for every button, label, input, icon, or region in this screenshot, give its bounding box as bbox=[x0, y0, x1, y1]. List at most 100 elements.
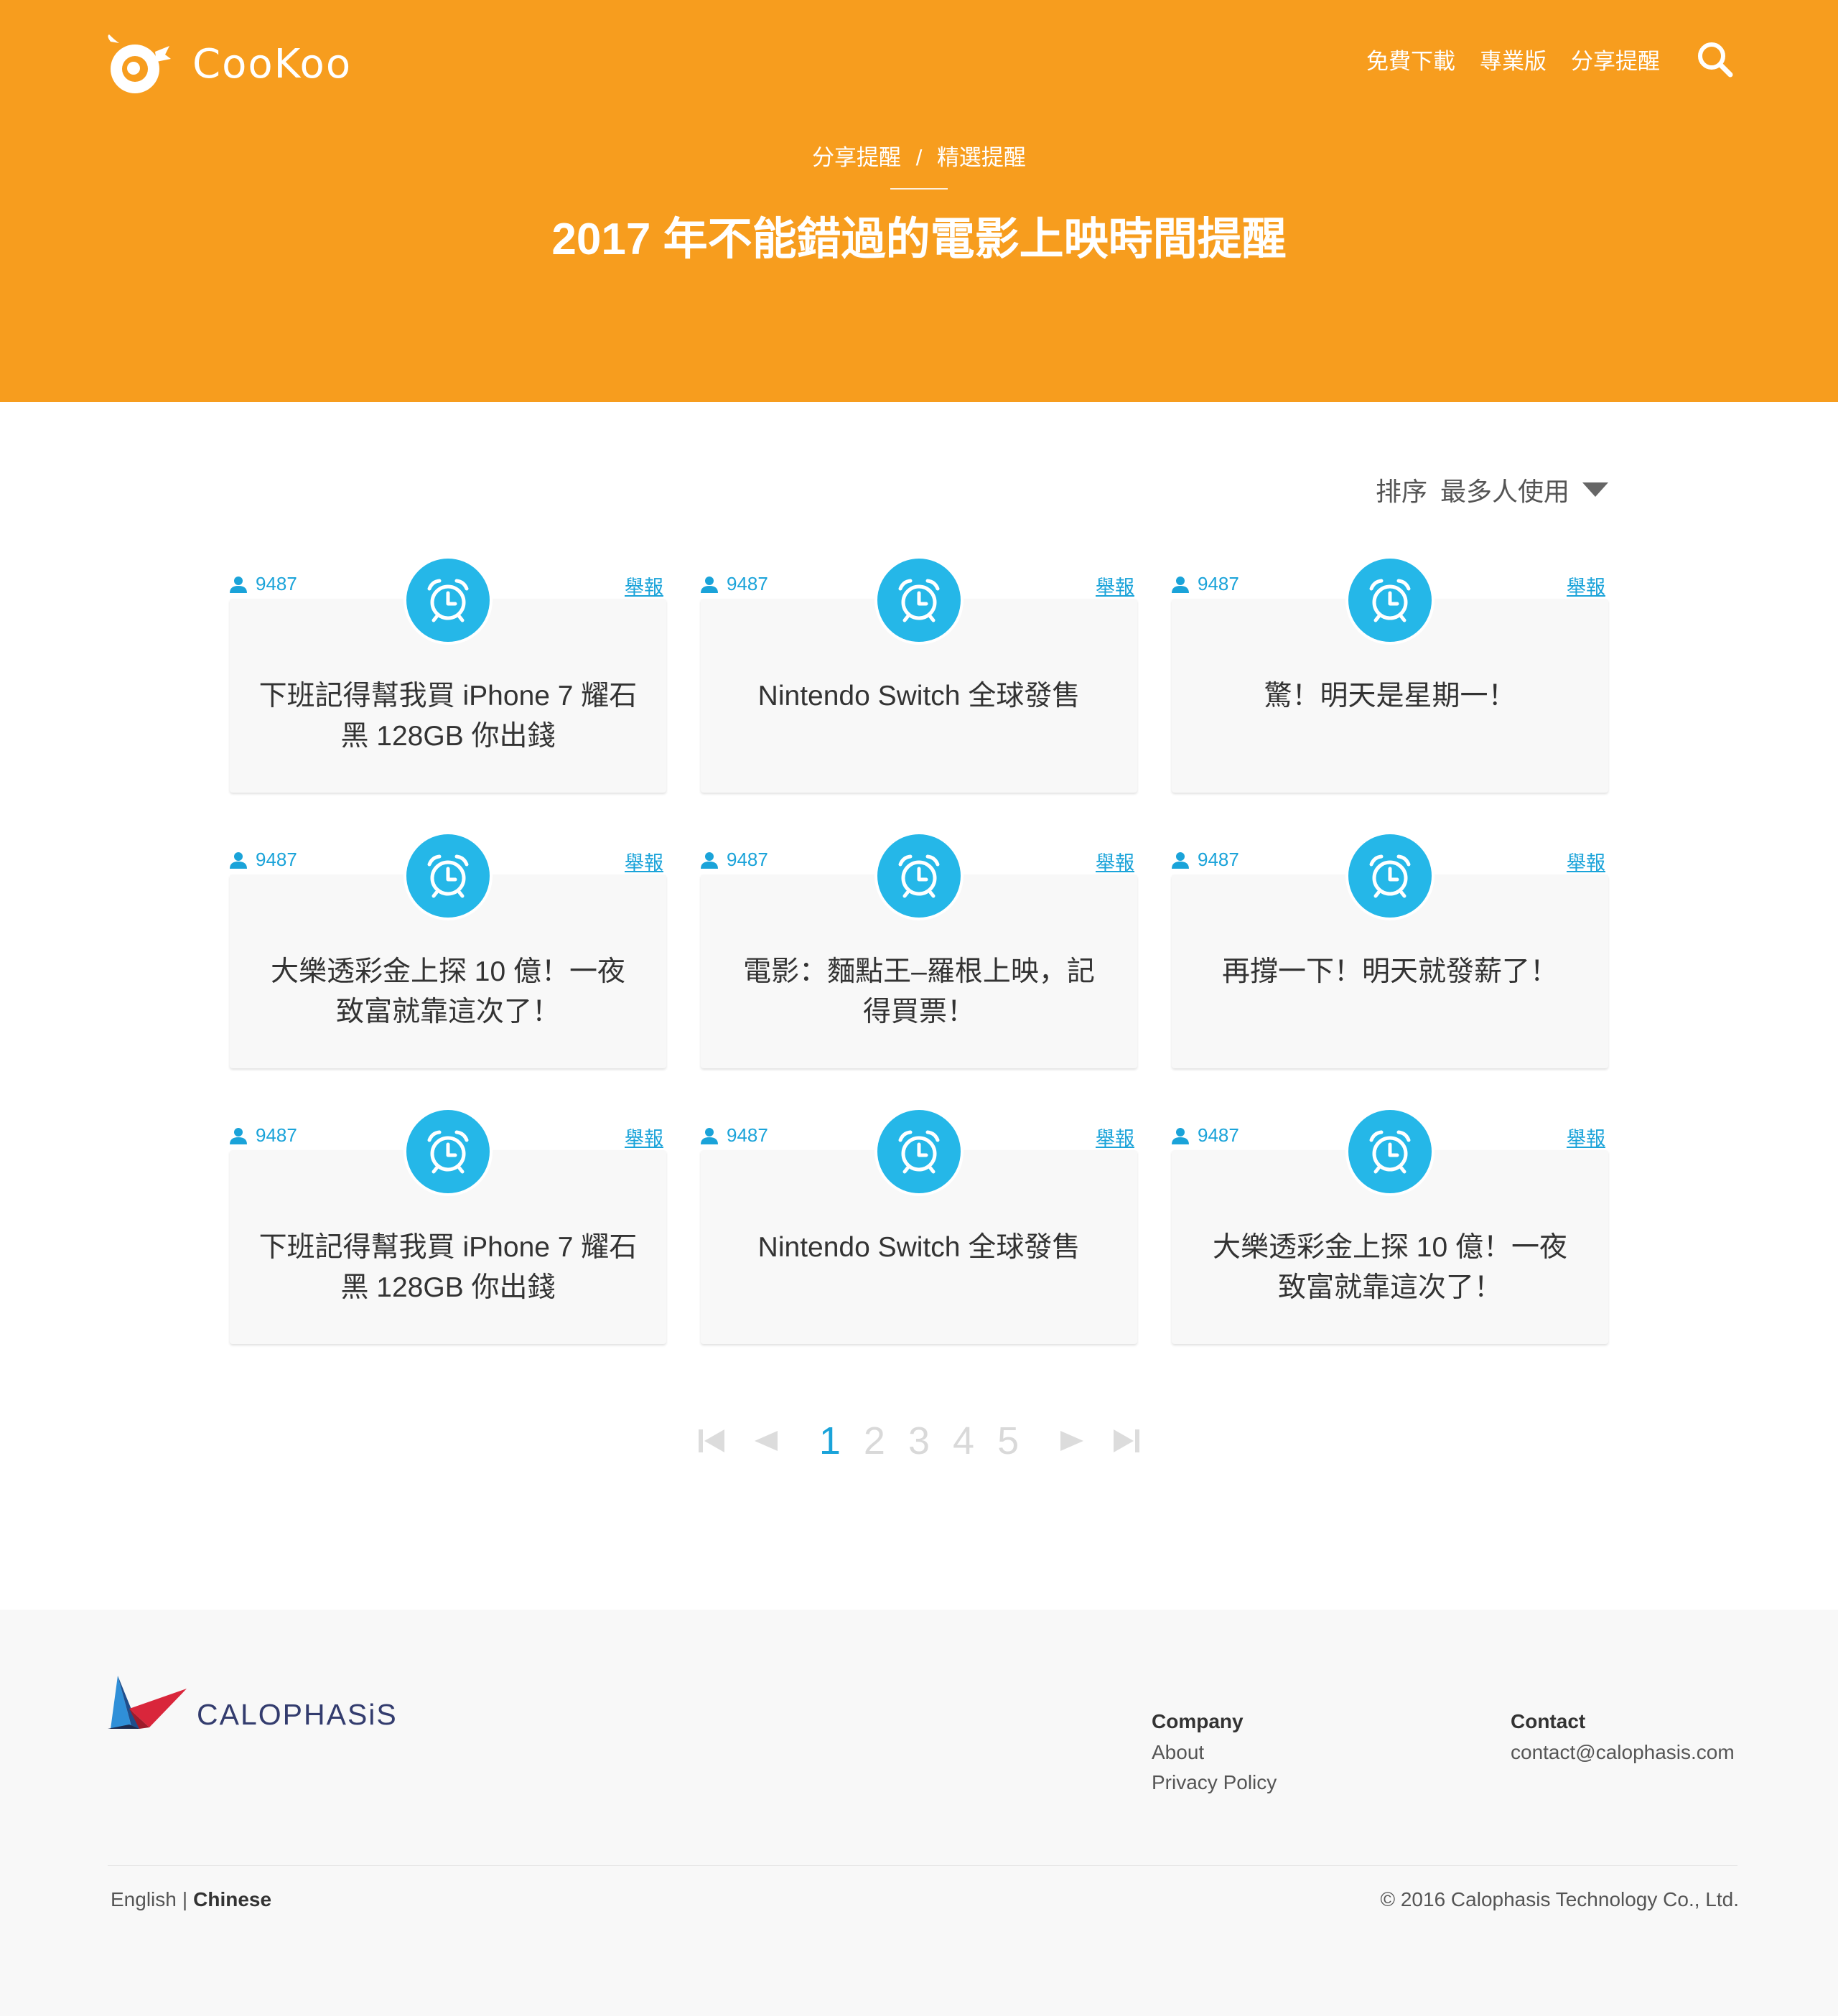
user-count: 9487 bbox=[1172, 849, 1239, 871]
user-count: 9487 bbox=[701, 1124, 768, 1147]
search-icon[interactable] bbox=[1696, 40, 1733, 78]
user-count: 9487 bbox=[701, 849, 768, 871]
alarm-clock-icon bbox=[898, 579, 940, 622]
user-count-value: 9487 bbox=[727, 849, 768, 870]
page-title: 2017 年不能錯過的電影上映時間提醒 bbox=[551, 215, 1287, 264]
user-count: 9487 bbox=[230, 849, 297, 871]
report-link[interactable]: 舉報 bbox=[1567, 571, 1605, 599]
alarm-clock-icon bbox=[1369, 1130, 1411, 1174]
user-count-value: 9487 bbox=[727, 1124, 768, 1146]
sort-value: 最多人使用 bbox=[1440, 477, 1569, 506]
calophasis-logo[interactable]: CALOPHASiS bbox=[108, 1676, 398, 1733]
footer-divider bbox=[108, 1865, 1737, 1866]
breadcrumb-separator: / bbox=[915, 145, 923, 170]
cookoo-bird-icon bbox=[108, 34, 171, 93]
sort-label: 排序 bbox=[1375, 477, 1427, 506]
report-link[interactable]: 舉報 bbox=[1096, 571, 1134, 599]
user-icon bbox=[230, 576, 247, 593]
reminder-title: 電影：麵點王–羅根上映，記得買票！ bbox=[743, 956, 1095, 1027]
user-icon bbox=[230, 851, 247, 869]
header-banner: CooKoo 免費下載 專業版 分享提醒 分享提醒 / 精選提醒 2017 年不… bbox=[0, 0, 1838, 402]
page-3[interactable]: 3 bbox=[908, 1419, 930, 1463]
user-count: 9487 bbox=[230, 1124, 297, 1147]
nav-free-download[interactable]: 免費下載 bbox=[1366, 43, 1455, 75]
reminder-card: 9487 舉報下班記得幫我買 iPhone 7 耀石黑 128GB 你出錢 bbox=[230, 556, 666, 793]
alarm-clock-badge bbox=[1345, 831, 1435, 920]
reminder-card: 9487 舉報 驚！明天是星期一！ bbox=[1172, 556, 1608, 793]
report-link[interactable]: 舉報 bbox=[1096, 1123, 1134, 1151]
page-2[interactable]: 2 bbox=[864, 1419, 885, 1463]
alarm-clock-badge bbox=[403, 831, 493, 920]
reminder-title: 大樂透彩金上探 10 億！一夜致富就靠這次了！ bbox=[270, 956, 626, 1027]
report-link[interactable]: 舉報 bbox=[625, 1123, 663, 1151]
report-link[interactable]: 舉報 bbox=[1567, 847, 1605, 875]
reminder-card: 9487 舉報 Nintendo Switch 全球發售 bbox=[701, 556, 1137, 793]
alarm-clock-badge bbox=[874, 1107, 964, 1196]
user-count-value: 9487 bbox=[256, 849, 297, 870]
alarm-clock-badge bbox=[874, 831, 964, 920]
breadcrumb-current[interactable]: 精選提醒 bbox=[937, 145, 1026, 170]
title-divider bbox=[890, 188, 948, 190]
pagination: 1 2 3 4 5 bbox=[0, 1419, 1838, 1463]
user-icon bbox=[701, 1127, 718, 1144]
footer: CALOPHASiS Company About Privacy Policy … bbox=[0, 1610, 1838, 2016]
nav-share-reminders[interactable]: 分享提醒 bbox=[1571, 43, 1660, 75]
reminder-card: 9487 舉報 Nintendo Switch 全球發售 bbox=[701, 1107, 1137, 1344]
prev-page-icon[interactable] bbox=[752, 1427, 780, 1455]
logo[interactable]: CooKoo bbox=[105, 33, 352, 95]
page-1[interactable]: 1 bbox=[819, 1419, 841, 1463]
report-link[interactable]: 舉報 bbox=[1096, 847, 1134, 875]
caret-down-icon bbox=[1582, 482, 1608, 497]
user-count: 9487 bbox=[1172, 1124, 1239, 1147]
user-icon bbox=[1172, 851, 1189, 869]
reminder-card: 9487 舉報電影：麵點王–羅根上映，記得買票！ bbox=[701, 831, 1137, 1068]
about-link[interactable]: About bbox=[1152, 1737, 1277, 1768]
reminder-title: 下班記得幫我買 iPhone 7 耀石黑 128GB 你出錢 bbox=[258, 1232, 638, 1303]
user-icon bbox=[701, 576, 718, 593]
logo-text: CooKoo bbox=[192, 40, 353, 88]
breadcrumb-parent[interactable]: 分享提醒 bbox=[812, 145, 901, 170]
footer-company: Company About Privacy Policy bbox=[1152, 1710, 1277, 1798]
report-link[interactable]: 舉報 bbox=[1567, 1123, 1605, 1151]
user-count: 9487 bbox=[1172, 573, 1239, 595]
user-icon bbox=[230, 1127, 247, 1144]
user-count: 9487 bbox=[230, 573, 297, 595]
alarm-clock-icon bbox=[1369, 854, 1411, 898]
alarm-clock-icon bbox=[898, 854, 940, 898]
top-nav: 免費下載 專業版 分享提醒 bbox=[1342, 40, 1733, 78]
user-count: 9487 bbox=[701, 573, 768, 595]
page-4[interactable]: 4 bbox=[953, 1419, 974, 1463]
language-separator: | bbox=[182, 1888, 188, 1910]
reminder-title: 再撐一下！明天就發薪了！ bbox=[1221, 956, 1558, 987]
reminder-title: 大樂透彩金上探 10 億！一夜致富就靠這次了！ bbox=[1212, 1232, 1568, 1303]
nav-pro-version[interactable]: 專業版 bbox=[1480, 43, 1547, 75]
alarm-clock-badge bbox=[1345, 1107, 1435, 1196]
user-count-value: 9487 bbox=[727, 573, 768, 594]
sort-dropdown[interactable]: 排序 最多人使用 bbox=[1376, 471, 1608, 508]
contact-email-link[interactable]: contact@calophasis.com bbox=[1511, 1737, 1735, 1768]
user-count-value: 9487 bbox=[256, 1124, 297, 1146]
reminder-card: 9487 舉報再撐一下！明天就發薪了！ bbox=[1172, 831, 1608, 1068]
user-count-value: 9487 bbox=[256, 573, 297, 594]
next-page-icon[interactable] bbox=[1058, 1427, 1086, 1455]
reminder-title: Nintendo Switch 全球發售 bbox=[757, 1232, 1081, 1263]
report-link[interactable]: 舉報 bbox=[625, 571, 663, 599]
first-page-icon[interactable] bbox=[697, 1427, 726, 1455]
user-icon bbox=[1172, 1127, 1189, 1144]
alarm-clock-icon bbox=[427, 854, 469, 898]
reminder-card: 9487 舉報下班記得幫我買 iPhone 7 耀石黑 128GB 你出錢 bbox=[230, 1107, 666, 1344]
alarm-clock-badge bbox=[1345, 556, 1435, 645]
page-5[interactable]: 5 bbox=[997, 1419, 1019, 1463]
reminder-title: 下班記得幫我買 iPhone 7 耀石黑 128GB 你出錢 bbox=[258, 681, 638, 752]
breadcrumb: 分享提醒 / 精選提醒 bbox=[0, 139, 1838, 172]
reminder-card: 9487 舉報大樂透彩金上探 10 億！一夜致富就靠這次了！ bbox=[1172, 1107, 1608, 1344]
user-icon bbox=[1172, 576, 1189, 593]
language-chinese[interactable]: Chinese bbox=[193, 1888, 271, 1910]
company-heading: Company bbox=[1152, 1710, 1244, 1732]
alarm-clock-icon bbox=[427, 579, 469, 622]
language-english[interactable]: English bbox=[111, 1888, 177, 1910]
user-count-value: 9487 bbox=[1198, 1124, 1239, 1146]
report-link[interactable]: 舉報 bbox=[625, 847, 663, 875]
privacy-policy-link[interactable]: Privacy Policy bbox=[1152, 1768, 1277, 1798]
last-page-icon[interactable] bbox=[1112, 1427, 1141, 1455]
